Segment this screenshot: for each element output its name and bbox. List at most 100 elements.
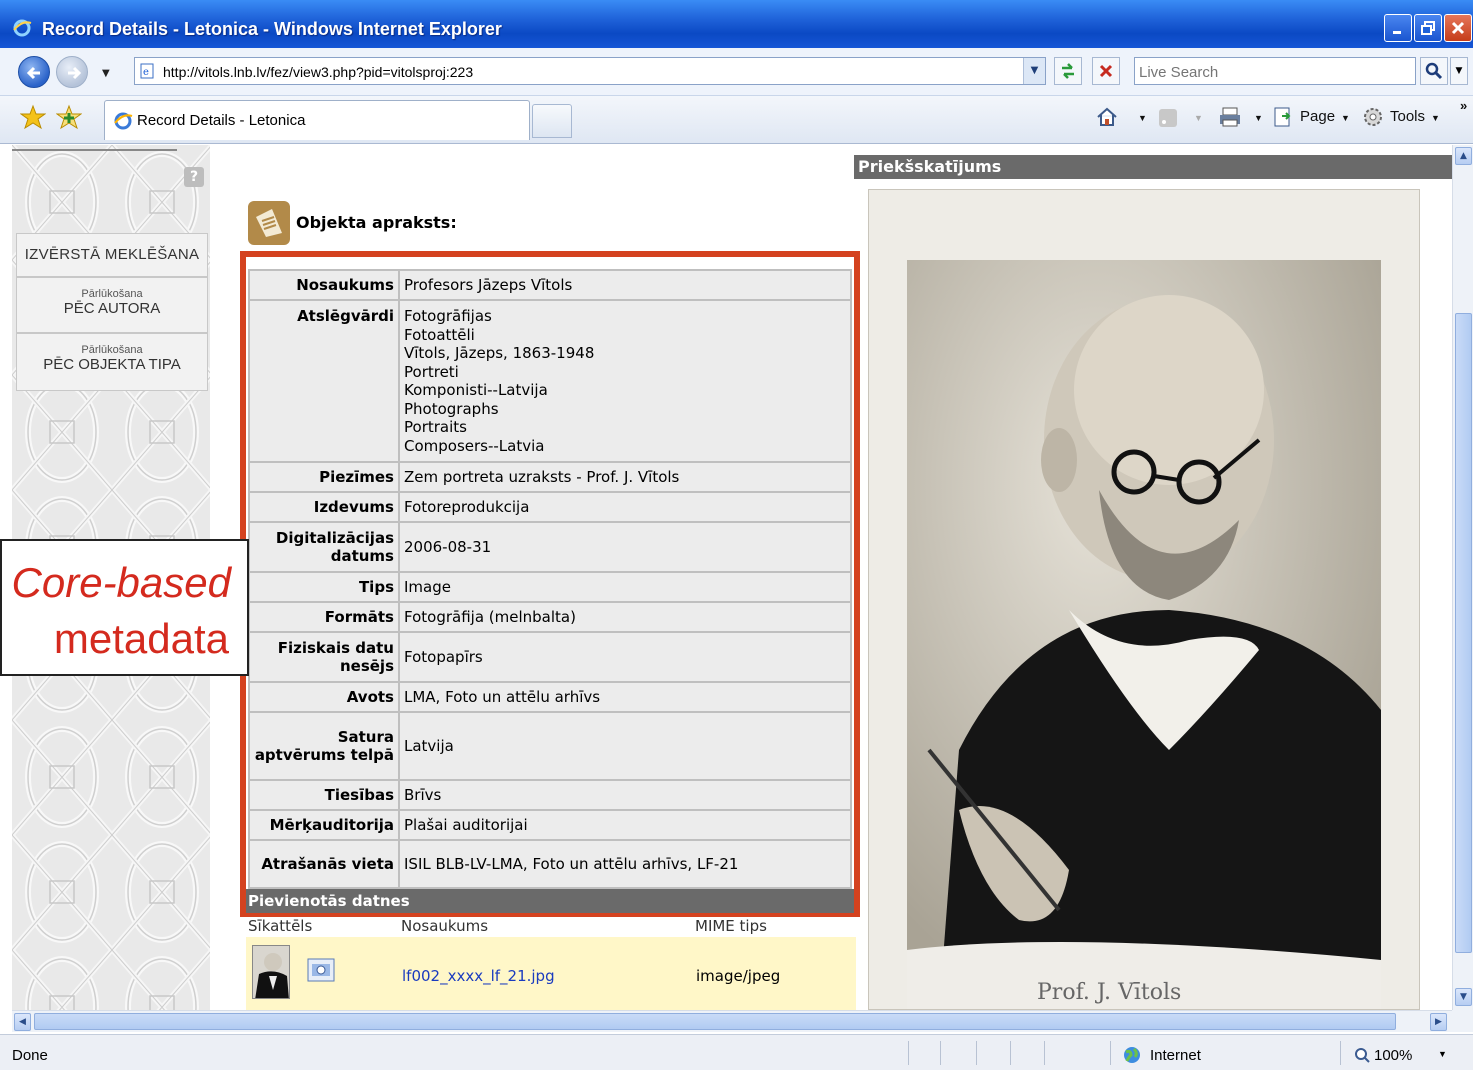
sidebar-top-line <box>12 145 177 151</box>
field-value: LMA, Foto un attēlu arhīvs <box>398 681 852 713</box>
print-dropdown-icon[interactable]: ▼ <box>1248 108 1263 125</box>
attachment-file-link[interactable]: lf002_xxxx_lf_21.jpg <box>402 967 555 985</box>
search-box[interactable] <box>1134 57 1416 85</box>
feeds-icon[interactable] <box>1158 108 1178 128</box>
favorites-star-icon[interactable] <box>20 104 46 130</box>
field-key: Izdevums <box>248 491 400 523</box>
field-key: Formāts <box>248 601 400 633</box>
annotation-line-1: Core-based <box>11 559 231 606</box>
attachment-mime-type: image/jpeg <box>696 967 781 985</box>
help-icon[interactable]: ? <box>184 167 204 187</box>
vertical-scroll-thumb[interactable] <box>1455 313 1472 953</box>
field-key: Digitalizācijas datums <box>248 521 400 573</box>
window-title: Record Details - Letonica - Windows Inte… <box>42 19 502 39</box>
toolbar-overflow-icon[interactable]: » <box>1460 98 1467 113</box>
table-row: Fiziskais datu nesējs Fotopapīrs <box>248 631 852 683</box>
keyword-item: Komponisti--Latvija <box>404 381 548 399</box>
minimize-button[interactable] <box>1384 14 1412 42</box>
browse-by-author-small: Pārlūkošana <box>81 288 143 300</box>
field-value: Fotoreprodukcija <box>398 491 852 523</box>
attachments-heading: Pievienotās datnes <box>246 889 854 913</box>
forward-button[interactable] <box>56 56 88 88</box>
portrait-preview-image[interactable]: Prof. J. Vītols <box>868 189 1420 1010</box>
metadata-table: Nosaukums Profesors Jāzeps Vītols Atslēg… <box>248 269 852 889</box>
field-value: ISIL BLB-LV-LMA, Foto un attēlu arhīvs, … <box>398 839 852 889</box>
scroll-down-icon[interactable]: ▼ <box>1455 988 1472 1006</box>
vertical-scrollbar[interactable]: ▲ ▼ <box>1452 145 1473 1010</box>
address-dropdown-icon[interactable]: ▼ <box>1023 58 1045 84</box>
field-key: Mērķauditorija <box>248 809 400 841</box>
status-divider <box>908 1041 909 1065</box>
table-row: Atslēgvārdi Fotogrāfijas Fotoattēli Vīto… <box>248 299 852 463</box>
restore-button[interactable] <box>1414 14 1442 42</box>
status-divider <box>1044 1041 1045 1065</box>
horizontal-scroll-thumb[interactable] <box>34 1013 1396 1030</box>
zoom-level[interactable]: 100% <box>1374 1047 1412 1064</box>
scroll-right-icon[interactable]: ▶ <box>1430 1013 1447 1031</box>
zoom-icon[interactable] <box>1354 1047 1370 1063</box>
scroll-up-icon[interactable]: ▲ <box>1455 147 1472 165</box>
table-row: Nosaukums Profesors Jāzeps Vītols <box>248 269 852 301</box>
table-row: Satura aptvērums telpā Latvija <box>248 711 852 781</box>
security-zone-label: Internet <box>1150 1047 1201 1064</box>
url-text[interactable]: http://vitols.lnb.lv/fez/view3.php?pid=v… <box>163 64 473 80</box>
page-icon: e <box>140 63 154 79</box>
field-value: Latvija <box>398 711 852 781</box>
status-divider <box>1110 1041 1111 1065</box>
field-key: Piezīmes <box>248 461 400 493</box>
stop-button[interactable] <box>1092 57 1120 85</box>
preview-heading: Priekšskatījums <box>854 155 1452 179</box>
back-arrow-icon <box>26 66 40 80</box>
back-button[interactable] <box>18 56 50 88</box>
status-divider <box>1340 1041 1341 1065</box>
search-button[interactable] <box>1420 57 1448 85</box>
keyword-item: Fotoattēli <box>404 325 475 344</box>
tools-menu[interactable]: Tools ▼ <box>1390 108 1440 125</box>
address-field[interactable]: e http://vitols.lnb.lv/fez/view3.php?pid… <box>134 57 1046 85</box>
field-value: 2006-08-31 <box>398 521 852 573</box>
browse-by-type-small: Pārlūkošana <box>81 344 143 356</box>
annotation-line-2: metadata <box>53 615 229 662</box>
refresh-icon <box>1062 63 1074 79</box>
scroll-left-icon[interactable]: ◀ <box>14 1013 31 1031</box>
history-dropdown-icon[interactable]: ▼ <box>102 68 110 79</box>
feeds-dropdown-icon[interactable]: ▼ <box>1188 108 1203 125</box>
restore-icon <box>1421 21 1435 35</box>
photo-caption: Prof. J. Vītols <box>1037 980 1182 1005</box>
status-divider <box>1010 1041 1011 1065</box>
browse-by-type-big: PĒC OBJEKTA TIPA <box>43 356 181 373</box>
advanced-search-link[interactable]: IZVĒRSTĀ MEKLĒŠANA <box>16 233 208 277</box>
home-dropdown-icon[interactable]: ▼ <box>1132 108 1147 125</box>
tab-label: Record Details - Letonica <box>137 112 306 129</box>
close-button[interactable] <box>1444 14 1472 42</box>
table-row: Mērķauditorija Plašai auditorijai <box>248 809 852 841</box>
svg-text:e: e <box>143 67 149 78</box>
field-value: Fotopapīrs <box>398 631 852 683</box>
new-tab-button[interactable] <box>532 104 572 138</box>
image-viewer-icon[interactable] <box>306 957 336 983</box>
search-options-icon[interactable]: ▼ <box>1450 57 1468 85</box>
browse-by-type-link[interactable]: Pārlūkošana PĒC OBJEKTA TIPA <box>16 333 208 391</box>
field-key: Tips <box>248 571 400 603</box>
table-row: Izdevums Fotoreprodukcija <box>248 491 852 523</box>
field-key: Fiziskais datu nesējs <box>248 631 400 683</box>
browse-by-author-link[interactable]: Pārlūkošana PĒC AUTORA <box>16 277 208 333</box>
field-key: Atrašanās vieta <box>248 839 400 889</box>
page-menu[interactable]: Page ▼ <box>1300 108 1350 125</box>
status-text: Done <box>12 1047 48 1064</box>
browse-by-author-big: PĒC AUTORA <box>63 300 161 317</box>
home-icon[interactable] <box>1096 106 1118 128</box>
minimize-icon <box>1393 31 1401 34</box>
print-icon[interactable] <box>1218 106 1242 128</box>
search-input[interactable] <box>1139 62 1409 82</box>
add-favorites-icon[interactable] <box>56 104 82 130</box>
zoom-dropdown-icon[interactable]: ▼ <box>1438 1049 1447 1059</box>
portrait-thumbnail[interactable] <box>252 945 290 999</box>
field-key: Avots <box>248 681 400 713</box>
horizontal-scrollbar[interactable]: ◀ ▶ <box>12 1010 1452 1032</box>
field-key: Atslēgvārdi <box>248 299 400 463</box>
field-value: Fotogrāfija (melnbalta) <box>398 601 852 633</box>
refresh-button[interactable] <box>1054 57 1082 85</box>
table-row: Piezīmes Zem portreta uzraksts - Prof. J… <box>248 461 852 493</box>
tab-record-details[interactable]: Record Details - Letonica <box>104 100 530 140</box>
